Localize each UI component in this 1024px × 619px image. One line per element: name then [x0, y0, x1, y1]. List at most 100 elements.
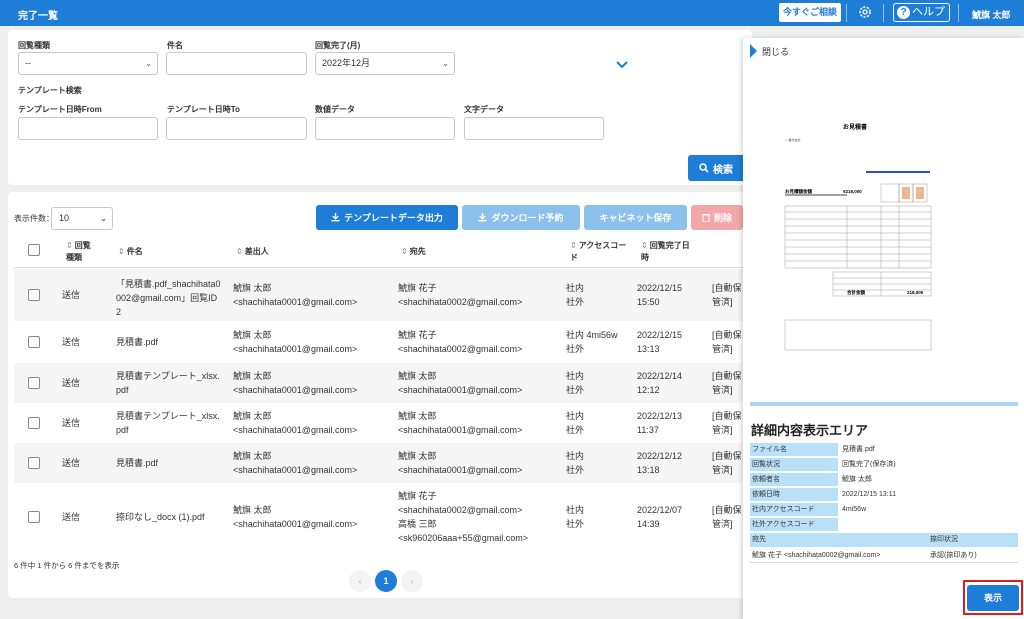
help-button[interactable]: ? ヘルプ	[893, 3, 950, 22]
per-page-select[interactable]: 10 ⌄	[51, 207, 113, 230]
row-access-code: 社内 社外	[566, 449, 632, 477]
user-name[interactable]: 鯱旗 太郎	[972, 8, 1011, 21]
column-completed-at-label: 回覧完了日時	[641, 241, 690, 262]
delete-button[interactable]: 削除	[691, 205, 743, 230]
sort-icon: ⇕	[118, 247, 125, 256]
gear-icon[interactable]	[857, 4, 873, 20]
detail-field-row: 社外アクセスコード	[750, 518, 1018, 531]
pagination-next[interactable]: ›	[401, 570, 423, 592]
row-completed-at-line: 2022/12/07	[637, 505, 683, 515]
question-icon: ?	[897, 6, 910, 19]
consult-now-button[interactable]: 今すぐご相談	[779, 3, 842, 22]
template-to-input[interactable]	[166, 117, 307, 140]
column-subject-label: 件名	[126, 247, 143, 256]
row-subject[interactable]: 見積書テンプレート_xlsx.pdf	[116, 369, 222, 397]
row-subject[interactable]: 見積書テンプレート_xlsx.pdf	[116, 409, 222, 437]
row-sender-line: <shachihata0001@gmail.com>	[233, 519, 358, 529]
expand-chevron-icon[interactable]	[616, 60, 628, 70]
close-detail-button[interactable]: 閉じる	[750, 44, 789, 58]
numeric-label: 数値データ	[315, 105, 355, 114]
table-row[interactable]: 送信 捺印なし_docx (1).pdf 鯱旗 太郎 <shachihata0001@…	[14, 483, 752, 551]
row-kind: 送信	[62, 510, 102, 524]
download-icon	[478, 213, 488, 222]
column-recipient[interactable]: ⇕ 宛先	[401, 246, 426, 258]
row-completed-at: 2022/12/14 12:12	[637, 369, 703, 397]
row-access-code-line: 社内	[566, 505, 585, 515]
column-access-code-label: アクセスコード	[570, 241, 627, 262]
row-kind-line: 送信	[62, 512, 81, 522]
row-recipient: 鯱旗 花子 <shachihata0002@gmail.com> 高橋 三郎 <sk9…	[398, 489, 558, 545]
row-access-code-line: 社内	[566, 451, 585, 461]
column-subject[interactable]: ⇕ 件名	[118, 246, 143, 258]
row-access-code: 社内 社外	[566, 369, 632, 397]
row-completed-at-line: 12:12	[637, 385, 660, 395]
detail-field-value: 鯱旗 太郎	[842, 476, 872, 483]
page-title: 完了一覧	[18, 11, 58, 22]
row-completed-at: 2022/12/13 11:37	[637, 409, 703, 437]
subject-input[interactable]	[166, 52, 307, 75]
row-checkbox[interactable]	[28, 511, 40, 523]
row-completed-at-line: 11:37	[637, 425, 659, 435]
trash-icon	[701, 214, 710, 222]
pagination-prev[interactable]: ‹	[349, 570, 371, 592]
column-completed-at[interactable]: ⇕ 回覧完了日時	[641, 240, 697, 264]
search-button-label: 検索	[713, 164, 733, 176]
row-sender: 鯱旗 太郎 <shachihata0001@gmail.com>	[233, 281, 393, 309]
row-sender-line: <shachihata0001@gmail.com>	[233, 344, 358, 354]
destination-col-label: 宛先	[752, 536, 766, 543]
detail-field-row: 依頼日時 2022/12/15 13:11	[750, 488, 1018, 501]
template-from-input[interactable]	[18, 117, 158, 140]
show-button[interactable]: 表示	[967, 585, 1019, 611]
column-sender[interactable]: ⇕ 差出人	[236, 246, 269, 258]
help-label: ヘルプ	[912, 6, 945, 18]
detail-field-key: 依頼日時	[750, 488, 838, 501]
template-to-label: テンプレート日時To	[167, 105, 240, 114]
kind-select-value: --	[25, 58, 31, 68]
column-access-code[interactable]: ⇕ アクセスコード	[570, 240, 630, 264]
row-access-code-line: 社内	[566, 411, 585, 421]
completed-month-select[interactable]: 2022年12月 ⌄	[315, 52, 455, 75]
download-reserve-button[interactable]: ダウンロード予約	[462, 205, 580, 230]
table-row[interactable]: 送信 見積書テンプレート_xlsx.pdf 鯱旗 太郎 <shachihata0001…	[14, 403, 752, 443]
numeric-input[interactable]	[315, 117, 455, 140]
subject-label: 件名	[167, 41, 183, 50]
row-access-code-line: 社外	[566, 519, 585, 529]
row-checkbox[interactable]	[28, 336, 40, 348]
row-subject[interactable]: 捺印なし_docx (1).pdf	[116, 510, 222, 524]
table-row[interactable]: 送信 見積書.pdf 鯱旗 太郎 <shachihata0001@gmail.com>…	[14, 321, 752, 363]
kind-select[interactable]: -- ⌄	[18, 52, 158, 75]
row-access-code: 社内 4mi56w 社外	[566, 328, 632, 356]
stamp-status-col-label: 捺印状況	[930, 536, 958, 543]
row-checkbox[interactable]	[28, 417, 40, 429]
row-access-code-line: 社外	[566, 344, 585, 354]
row-checkbox[interactable]	[28, 457, 40, 469]
detail-field-key: 回覧状況	[750, 458, 838, 471]
row-sender-line: 鯱旗 太郎	[233, 330, 272, 340]
template-export-button[interactable]: テンプレートデータ出力	[316, 205, 458, 230]
table-row[interactable]: 送信 「見積書.pdf_shachihata0002@gmail.com」回覧ID…	[14, 269, 752, 321]
row-checkbox[interactable]	[28, 377, 40, 389]
row-subject[interactable]: 「見積書.pdf_shachihata0002@gmail.com」回覧ID2	[116, 277, 222, 319]
chevron-down-icon: ⌄	[442, 59, 449, 68]
cabinet-save-button[interactable]: キャビネット保存	[584, 205, 687, 230]
detail-field-row: 回覧状況 回覧完了(保存済)	[750, 458, 1018, 471]
row-recipient: 鯱旗 太郎 <shachihata0001@gmail.com>	[398, 409, 558, 437]
header-divider	[846, 4, 847, 22]
search-button[interactable]: 検索	[688, 155, 744, 181]
row-checkbox[interactable]	[28, 289, 40, 301]
text-input[interactable]	[464, 117, 604, 140]
table-row[interactable]: 送信 見積書テンプレート_xlsx.pdf 鯱旗 太郎 <shachihata0001…	[14, 363, 752, 403]
row-completed-at-line: 2022/12/12	[637, 451, 683, 461]
destination-value: 鯱旗 花子 <shachihata0002@gmail.com>	[752, 552, 881, 559]
preview-total-label: 合計金額	[847, 290, 865, 295]
template-export-label: テンプレートデータ出力	[344, 213, 443, 223]
row-subject[interactable]: 見積書.pdf	[116, 335, 222, 349]
pagination-page[interactable]: 1	[375, 570, 397, 592]
row-completed-at-line: 13:13	[637, 344, 660, 354]
select-all-checkbox[interactable]	[28, 244, 40, 256]
table-row[interactable]: 送信 見積書.pdf 鯱旗 太郎 <shachihata0001@gmail.com>…	[14, 443, 752, 483]
row-completed-at-line: 13:18	[637, 465, 660, 475]
kind-label: 回覧種類	[18, 41, 50, 50]
column-kind[interactable]: ⇕ 回覧種類	[66, 240, 94, 264]
row-subject[interactable]: 見積書.pdf	[116, 456, 222, 470]
